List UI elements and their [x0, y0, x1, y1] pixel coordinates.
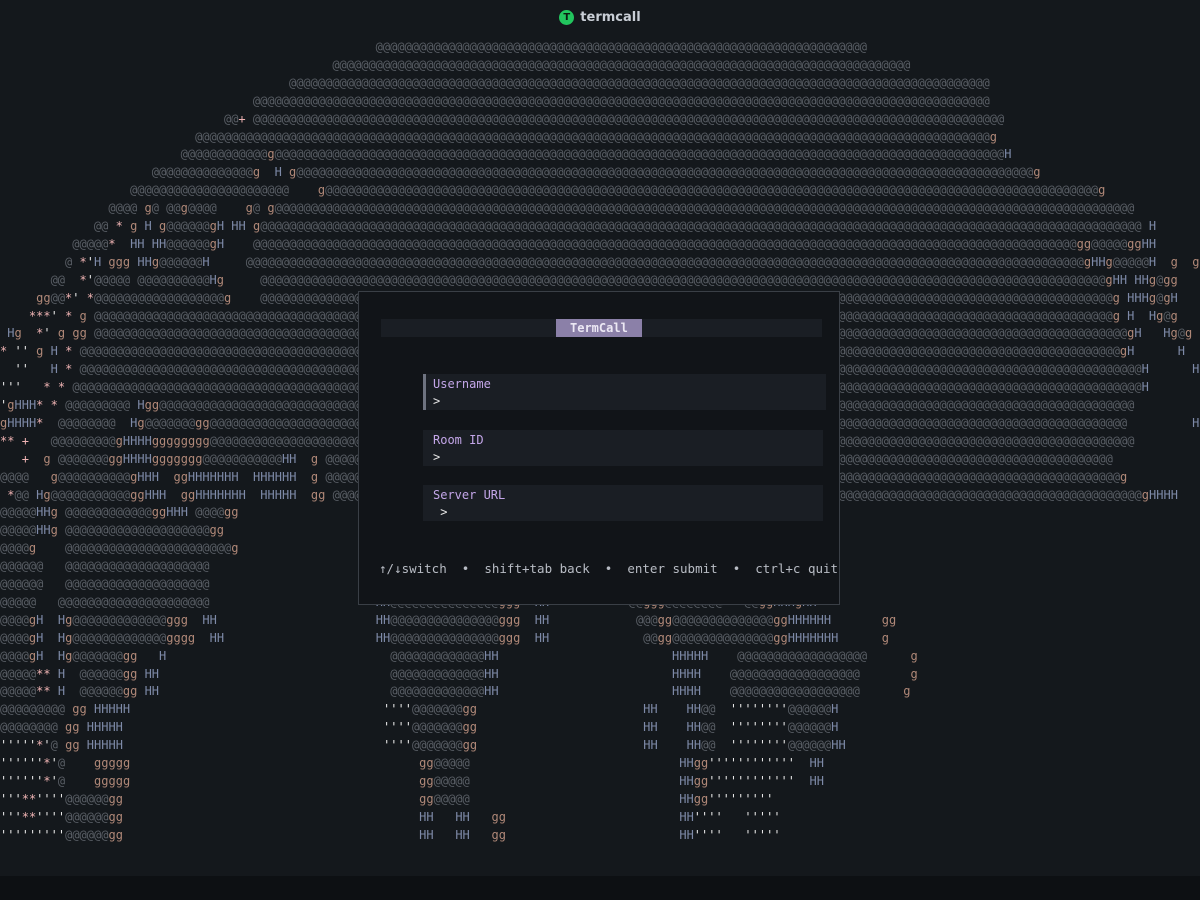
ascii-art-row: @@@@@@@@@@@@@@@@@@@@@@@@@@@@@@@@@@@@@@@@…: [0, 129, 998, 144]
ascii-art-row: @@@@@@@@@@@@@@@@@@@@@@@@@@@@@@@@@@@@@@@@…: [0, 40, 867, 54]
login-dialog: TermCall Username > Room ID > Server URL…: [358, 291, 840, 605]
keyboard-help-bar: ↑/↓switch • shift+tab back • enter submi…: [379, 561, 839, 576]
dialog-header: TermCall: [381, 319, 822, 337]
ascii-art-row: @@+ @@@@@@@@@@@@@@@@@@@@@@@@@@@@@@@@@@@@…: [0, 111, 1005, 126]
ascii-art-row: @@@@@@@@@@@@@@@@@@@@@@@@@@@@@@@@@@@@@@@@…: [0, 75, 990, 90]
ascii-art-row: @@@@@** H @@@@@@gg HH @@@@@@@@@@@@@HH HH…: [0, 666, 918, 681]
ascii-art-row: @@@@@@@@ gg HHHHH ''''@@@@@@@gg HH HH@@ …: [0, 720, 839, 735]
ascii-art-row: @@@@@** H @@@@@@gg HH @@@@@@@@@@@@@HH HH…: [0, 684, 911, 699]
window-titlebar: T termcall: [0, 0, 1200, 34]
ascii-art-row: @@@@gH Hg@@@@@@@@@@@@@gggg HH HH@@@@@@@@…: [0, 630, 889, 645]
app-logo-icon: T: [559, 9, 575, 25]
ascii-art-row: @@@@ g@ @@g@@@@ g@ g@@@@@@@@@@@@@@@@@@@@…: [0, 201, 1135, 216]
ascii-art-row: ''''''*'@ ggggg gg@@@@@ HHgg''''''''''''…: [0, 773, 824, 788]
ascii-art-row: @@ *'@@@@@ @@@@@@@@@@Hg @@@@@@@@@@@@@@@@…: [0, 272, 1178, 287]
ascii-art-row: '''**''''@@@@@@gg gg@@@@@ HHgg''''''''': [0, 791, 774, 806]
bottom-strip: [0, 876, 1200, 900]
app-title: termcall: [580, 9, 641, 25]
ascii-art-row: @@@@@@@@@@@@g@@@@@@@@@@@@@@@@@@@@@@@@@@@…: [0, 147, 1012, 162]
ascii-art-row: @ *'H ggg HHg@@@@@@H @@@@@@@@@@@@@@@@@@@…: [0, 254, 1200, 269]
ascii-art-row: @@@@@@@@@@@@@@@@@@@@@@@@@@@@@@@@@@@@@@@@…: [0, 57, 911, 72]
username-field[interactable]: Username >: [423, 374, 826, 410]
ascii-art-row: @@@@@@@@@ gg HHHHH ''''@@@@@@@gg HH HH@@…: [0, 702, 839, 717]
ascii-art-row: '''''*'@ gg HHHHH ''''@@@@@@@gg HH HH@@ …: [0, 738, 846, 753]
ascii-art-row: '''''''''@@@@@@gg HH HH gg HH'''' ''''': [0, 827, 781, 842]
server-url-field[interactable]: Server URL >: [423, 485, 823, 521]
ascii-art-row: @@@@gH Hg@@@@@@@@@@@@@ggg HH HH@@@@@@@@@…: [0, 612, 897, 627]
ascii-art-row: '''**''''@@@@@@gg HH HH gg HH'''' ''''': [0, 809, 781, 824]
server-url-input[interactable]: >: [433, 503, 447, 521]
ascii-art-row: @@@@gH Hg@@@@@@@gg H @@@@@@@@@@@@@HH HHH…: [0, 648, 918, 663]
username-label: Username: [433, 377, 491, 391]
dialog-title: TermCall: [556, 319, 642, 337]
room-id-label: Room ID: [433, 433, 484, 447]
ascii-art-row: @@@@@* HH HH@@@@@@gH @@@@@@@@@@@@@@@@@@@…: [0, 236, 1157, 251]
server-url-label: Server URL: [433, 488, 506, 502]
room-id-input[interactable]: >: [433, 448, 440, 466]
username-input[interactable]: >: [433, 392, 440, 410]
room-id-field[interactable]: Room ID >: [423, 430, 823, 466]
ascii-art-row: @@@@@@@@@@@@@@@@@@@@@@@@@@@@@@@@@@@@@@@@…: [0, 93, 990, 108]
ascii-art-row: @@ * g H g@@@@@@gH HH g@@@@@@@@@@@@@@@@@…: [0, 219, 1157, 233]
ascii-art-row: @@@@@@@@@@@@@@g H g@@@@@@@@@@@@@@@@@@@@@…: [0, 165, 1041, 180]
ascii-art-row: ''''''*'@ ggggg gg@@@@@ HHgg''''''''''''…: [0, 756, 824, 770]
ascii-art-row: @@@@@@@@@@@@@@@@@@@@@@ g@@@@@@@@@@@@@@@@…: [0, 183, 1106, 198]
